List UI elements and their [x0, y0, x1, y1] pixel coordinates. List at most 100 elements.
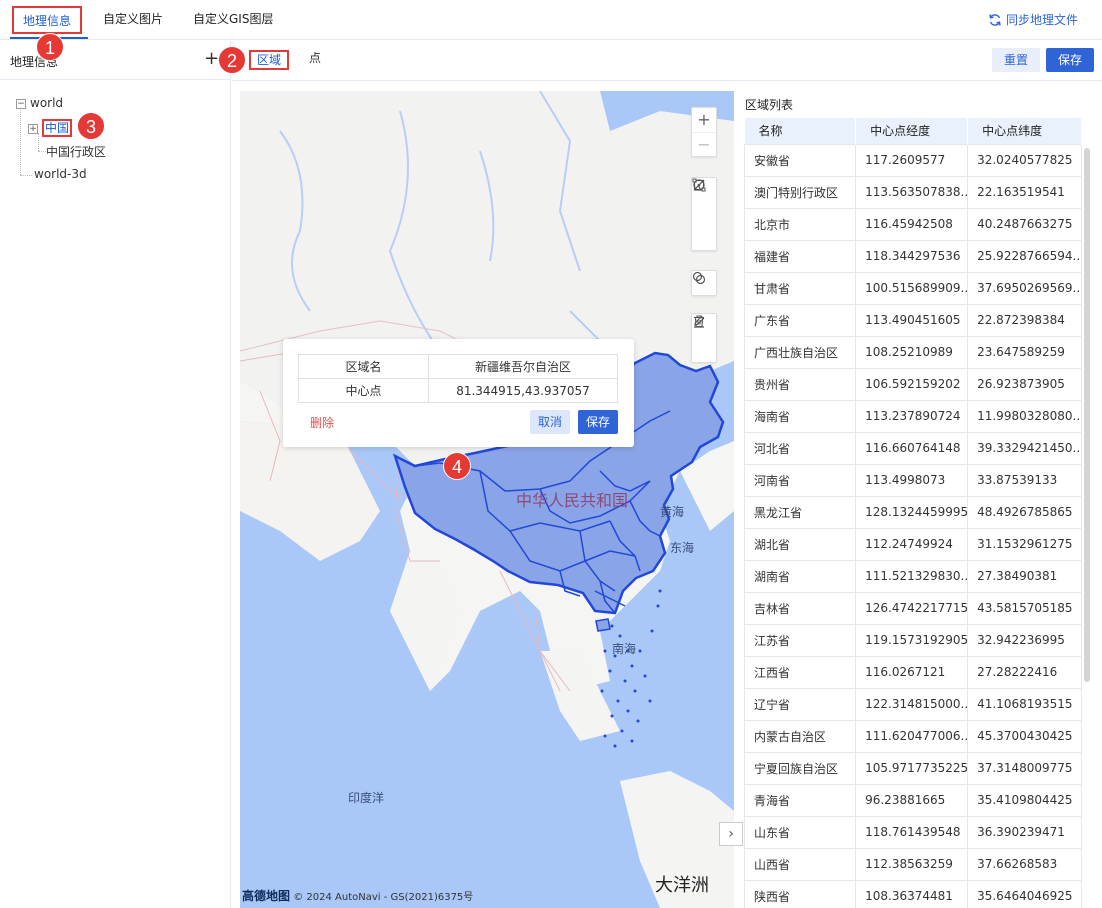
collapse-panel-button[interactable]: ›	[719, 822, 743, 846]
list-scrollbar[interactable]	[1084, 148, 1090, 682]
map-label-south-sea: 南海	[612, 642, 637, 656]
cell-center-lng: 112.38563259	[855, 847, 969, 881]
table-row[interactable]: 广东省 113.490451605 22.872398384	[743, 303, 1082, 337]
map-label-oceania: 大洋洲	[655, 875, 709, 896]
tab-custom-image[interactable]: 自定义图片	[103, 6, 163, 34]
tree-connector	[20, 107, 21, 175]
cell-center-lat: 22.872398384	[967, 303, 1082, 337]
cell-center-lat: 26.923873905	[967, 367, 1082, 401]
delete-shape-button[interactable]	[692, 315, 716, 362]
table-row[interactable]: 宁夏回族自治区 105.9717735225 37.3148009775	[743, 751, 1082, 785]
cell-region-name: 贵州省	[743, 367, 857, 401]
center-value: 81.344915,43.937057	[428, 378, 618, 403]
trash-icon	[694, 315, 704, 328]
tree-node-world-3d[interactable]: world-3d	[34, 167, 87, 181]
cell-center-lat: 23.647589259	[967, 335, 1082, 369]
table-row[interactable]: 江苏省 119.1573192905 32.942236995	[743, 623, 1082, 657]
circle-icon	[693, 179, 705, 191]
cell-region-name: 宁夏回族自治区	[743, 751, 857, 785]
table-row[interactable]: 贵州省 106.592159202 26.923873905	[743, 367, 1082, 401]
table-row[interactable]: 湖北省 112.24749924 31.1532961275	[743, 527, 1082, 561]
cell-center-lng: 126.4742217715	[855, 591, 969, 625]
draw-rectangle-button[interactable]	[692, 178, 716, 226]
tab-geo-info[interactable]: 地理信息	[12, 6, 82, 34]
column-header-lng: 中心点经度	[855, 118, 969, 144]
table-row[interactable]: 黑龙江省 128.1324459995 48.4926785865	[743, 495, 1082, 529]
column-header-lat: 中心点纬度	[967, 118, 1082, 144]
subtab-point[interactable]: 点	[309, 50, 321, 70]
table-row[interactable]: 澳门特别行政区 113.563507838... 22.163519541	[743, 175, 1082, 209]
cell-region-name: 澳门特别行政区	[743, 175, 857, 209]
table-row[interactable]: 甘肃省 100.515689909... 37.6950269569...	[743, 271, 1082, 305]
reset-button[interactable]: 重置	[992, 48, 1041, 72]
table-row[interactable]: 河南省 113.4998073 33.87539133	[743, 463, 1082, 497]
cancel-button[interactable]: 取消	[530, 410, 570, 434]
delete-region-button[interactable]: 删除	[310, 414, 334, 431]
table-row[interactable]: 陕西省 108.36374481 35.6464046925	[743, 879, 1082, 908]
add-button[interactable]: +	[204, 48, 219, 69]
table-row[interactable]: 北京市 116.45942508 40.2487663275	[743, 207, 1082, 241]
tree-node-china-admin[interactable]: 中国行政区	[46, 143, 106, 160]
cell-center-lng: 113.237890724	[855, 399, 969, 433]
draw-circle-button[interactable]	[692, 179, 716, 250]
table-row[interactable]: 内蒙古自治区 111.620477006... 45.3700430425	[743, 719, 1082, 753]
cell-center-lng: 116.45942508	[855, 207, 969, 241]
region-list-table: 名称 中心点经度 中心点纬度 安徽省 117.2609577 32.02405778…	[743, 118, 1082, 908]
cell-center-lat: 32.0240577825	[967, 143, 1082, 177]
tree-label: world-3d	[34, 167, 87, 181]
table-row[interactable]: 吉林省 126.4742217715 43.5815705185	[743, 591, 1082, 625]
table-row[interactable]: 山西省 112.38563259 37.66268583	[743, 847, 1082, 881]
merge-button[interactable]	[692, 271, 716, 295]
cell-region-name: 湖南省	[743, 559, 857, 593]
table-row[interactable]: 山东省 118.761439548 36.390239471	[743, 815, 1082, 849]
save-button[interactable]: 保存	[1046, 48, 1095, 72]
cell-region-name: 陕西省	[743, 879, 857, 908]
cell-center-lat: 27.38490381	[967, 559, 1082, 593]
tree-label: 中国行政区	[46, 145, 107, 159]
cell-center-lng: 113.4998073	[855, 463, 969, 497]
cell-center-lng: 113.563507838...	[855, 175, 969, 209]
tab-custom-gis-layer[interactable]: 自定义GIS图层	[193, 6, 273, 34]
collapse-toggle-icon[interactable]: −	[16, 98, 26, 109]
cell-center-lng: 108.25210989	[855, 335, 969, 369]
tree-node-world[interactable]: − world	[16, 96, 63, 110]
cell-center-lat: 25.9228766594...	[967, 239, 1082, 273]
subtab-region[interactable]: 区域	[249, 50, 289, 70]
top-tab-bar: 地理信息 自定义图片 自定义GIS图层 同步地理文件	[0, 0, 1102, 40]
table-row[interactable]: 广西壮族自治区 108.25210989 23.647589259	[743, 335, 1082, 369]
cell-center-lat: 33.87539133	[967, 463, 1082, 497]
table-row[interactable]: 河北省 116.660764148 39.3329421450...	[743, 431, 1082, 465]
cell-center-lat: 37.6950269569...	[967, 271, 1082, 305]
sync-geo-file-button[interactable]: 同步地理文件	[988, 11, 1078, 28]
draw-tools	[691, 177, 717, 251]
tree-node-china[interactable]: + 中国	[28, 119, 73, 137]
cell-center-lat: 11.9980328080...	[967, 399, 1082, 433]
zoom-out-button[interactable]: −	[692, 132, 716, 156]
cell-center-lng: 108.36374481	[855, 879, 969, 908]
tree-connector	[38, 151, 46, 152]
tree-connector	[20, 175, 32, 176]
cell-region-name: 吉林省	[743, 591, 857, 625]
cell-center-lat: 35.4109804425	[967, 783, 1082, 817]
map-label-indian-ocean: 印度洋	[348, 791, 385, 805]
table-row[interactable]: 辽宁省 122.314815000... 41.1068193515	[743, 687, 1082, 721]
map-attribution: 高德地图 © 2024 AutoNavi - GS(2021)6375号	[242, 887, 473, 904]
zoom-in-button[interactable]: +	[692, 108, 716, 132]
table-row[interactable]: 福建省 118.344297536 25.9228766594...	[743, 239, 1082, 273]
cell-region-name: 湖北省	[743, 527, 857, 561]
table-row[interactable]: 安徽省 117.2609577 32.0240577825	[743, 143, 1082, 177]
attribution-text: © 2024 AutoNavi - GS(2021)6375号	[293, 892, 474, 903]
expand-toggle-icon[interactable]: +	[28, 123, 38, 134]
region-list-title: 区域列表	[745, 98, 794, 112]
table-row[interactable]: 海南省 113.237890724 11.9980328080...	[743, 399, 1082, 433]
annotation-badge-3: 3	[77, 112, 105, 140]
cell-center-lng: 111.521329830...	[855, 559, 969, 593]
table-row[interactable]: 青海省 96.23881665 35.4109804425	[743, 783, 1082, 817]
popup-save-button[interactable]: 保存	[578, 410, 618, 434]
map-canvas[interactable]: 中华人民共和国 黄海 东海 南海 印度洋 大洋洲 高德地图 © 2024 Aut…	[240, 91, 734, 908]
cell-region-name: 青海省	[743, 783, 857, 817]
cell-center-lat: 37.66268583	[967, 847, 1082, 881]
table-row[interactable]: 江西省 116.0267121 27.28222416	[743, 655, 1082, 689]
table-row[interactable]: 湖南省 111.521329830... 27.38490381	[743, 559, 1082, 593]
tree-label: 中国	[42, 119, 73, 137]
